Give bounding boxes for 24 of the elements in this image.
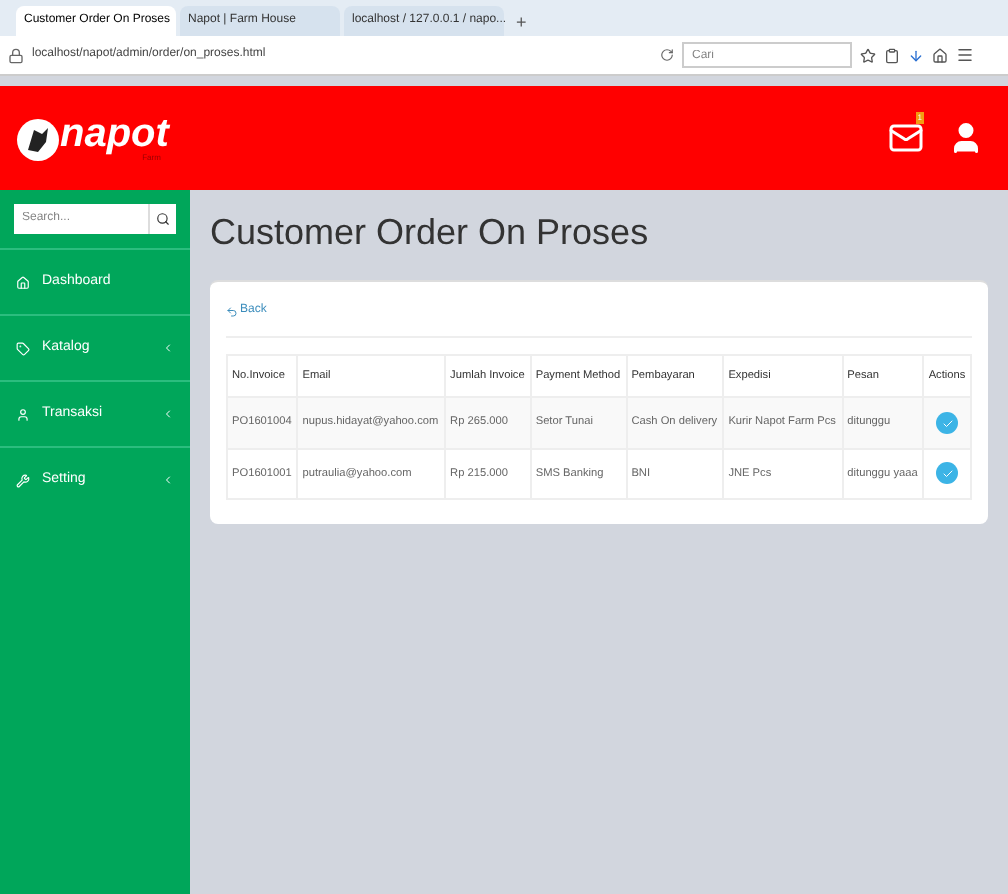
page-title: Customer Order On Proses [210, 210, 651, 256]
logo-text: napot [60, 114, 169, 154]
new-tab-button[interactable]: + [508, 9, 535, 36]
star-icon[interactable] [860, 47, 876, 63]
back-icon [226, 305, 238, 317]
reload-icon[interactable] [660, 48, 674, 62]
wrench-icon [16, 473, 30, 487]
check-icon [941, 467, 954, 480]
mail-icon[interactable] [888, 120, 924, 156]
user-icon[interactable] [948, 120, 984, 156]
home-icon [16, 275, 30, 289]
chevron-icon [162, 342, 174, 354]
clipboard-icon[interactable] [884, 47, 900, 63]
chevron-icon [162, 474, 174, 486]
menu-icon[interactable] [956, 46, 974, 64]
search-icon [156, 212, 170, 226]
check-icon [941, 417, 954, 430]
tag-icon [16, 341, 30, 355]
person-icon [16, 407, 30, 421]
search-button[interactable] [148, 204, 176, 234]
lock-icon [8, 47, 24, 63]
download-icon[interactable] [908, 47, 924, 63]
home-icon[interactable] [932, 47, 948, 63]
chevron-icon [162, 408, 174, 420]
